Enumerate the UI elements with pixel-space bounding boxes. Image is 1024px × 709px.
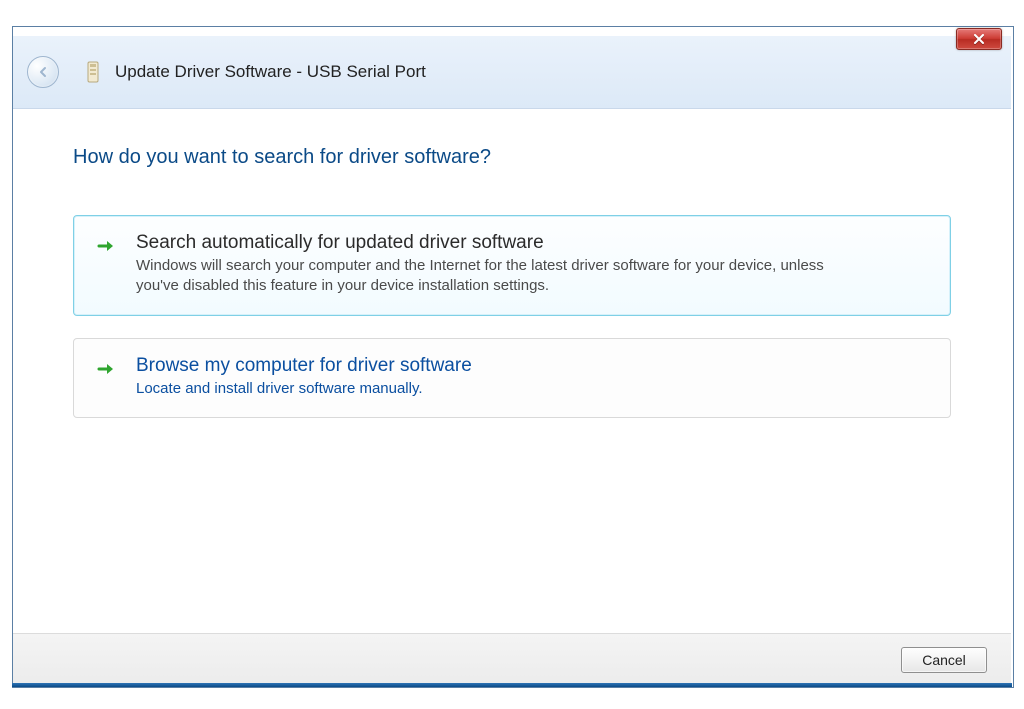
dialog-content: How do you want to search for driver sof… <box>13 108 1011 643</box>
close-button[interactable] <box>956 28 1002 50</box>
dialog-title: Update Driver Software - USB Serial Port <box>115 62 426 82</box>
option-browse-computer[interactable]: Browse my computer for driver software L… <box>73 338 951 418</box>
back-button[interactable] <box>27 56 59 88</box>
arrow-right-icon <box>96 236 116 256</box>
option-search-automatically[interactable]: Search automatically for updated driver … <box>73 215 951 316</box>
bottom-accent <box>12 683 1012 687</box>
dialog-footer: Cancel <box>13 633 1011 685</box>
option-description: Windows will search your computer and th… <box>136 256 856 297</box>
option-text: Browse my computer for driver software L… <box>136 355 928 399</box>
back-arrow-icon <box>36 65 50 79</box>
option-title: Search automatically for updated driver … <box>136 232 928 254</box>
option-title: Browse my computer for driver software <box>136 355 928 377</box>
dialog-header: Update Driver Software - USB Serial Port <box>13 36 1011 109</box>
arrow-right-icon <box>96 359 116 379</box>
page-heading: How do you want to search for driver sof… <box>73 146 951 169</box>
option-text: Search automatically for updated driver … <box>136 232 928 297</box>
option-description: Locate and install driver software manua… <box>136 379 856 399</box>
close-icon <box>973 34 985 44</box>
device-icon <box>85 60 101 84</box>
cancel-button[interactable]: Cancel <box>901 647 987 673</box>
